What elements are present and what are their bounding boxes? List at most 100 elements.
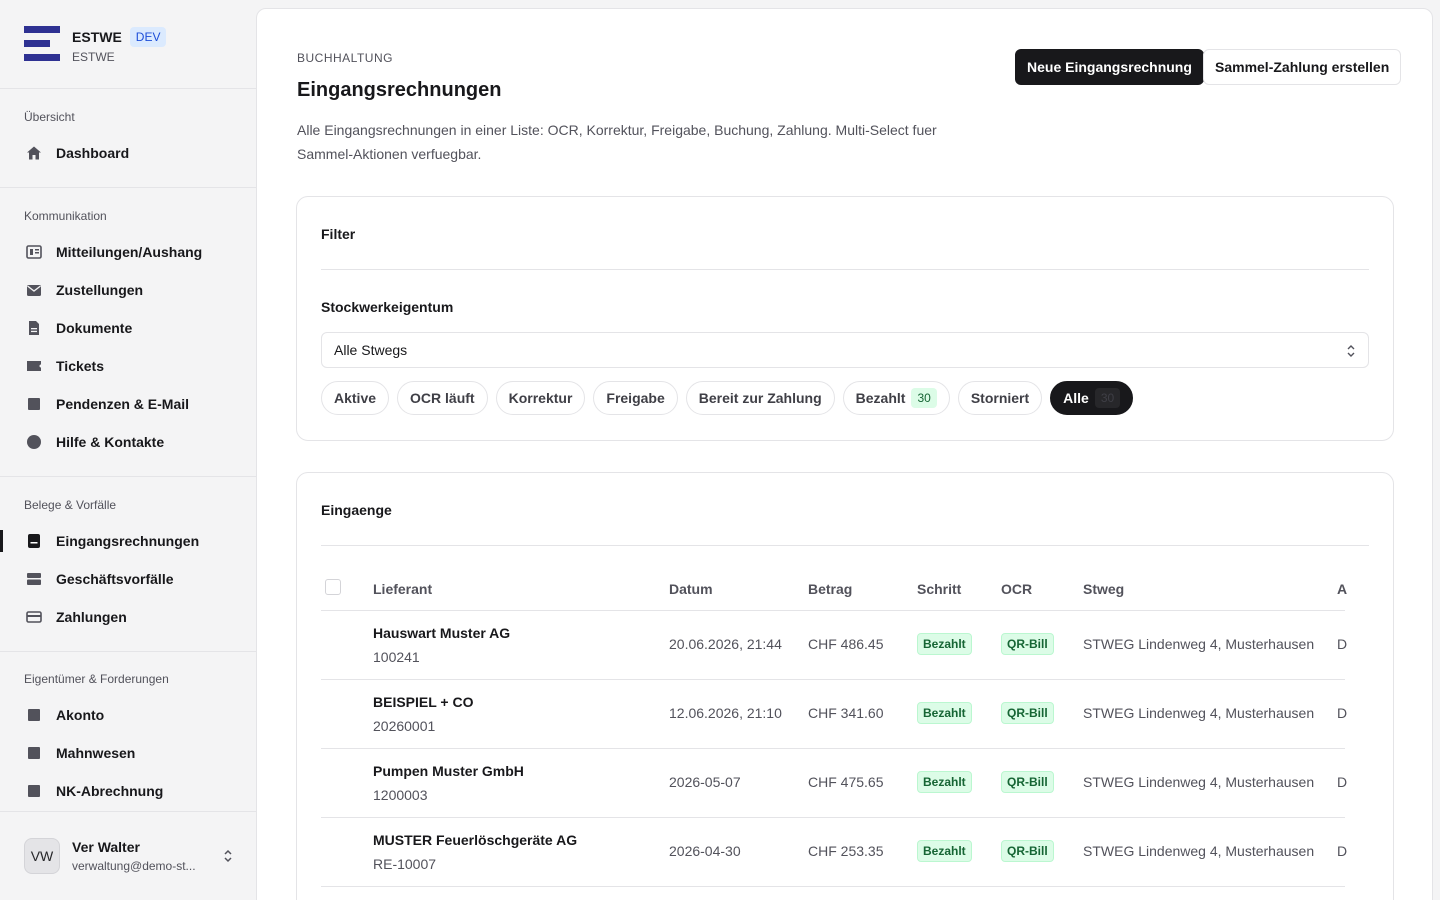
env-badge: DEV <box>129 27 167 47</box>
user-menu[interactable]: VW Ver Walter verwaltung@demo-st... <box>24 836 234 876</box>
column-header-lieferant[interactable]: Lieferant <box>373 581 432 597</box>
section-label-kommunikation: Kommunikation <box>24 209 107 223</box>
chip-alle[interactable]: Alle 30 <box>1050 381 1134 415</box>
status-badge: Bezahlt <box>917 702 972 724</box>
invoice-number: RE-10007 <box>373 856 437 872</box>
stweg-name: STWEG Lindenweg 4, Musterhausen <box>1083 774 1315 790</box>
breadcrumb: BUCHHALTUNG <box>297 51 393 65</box>
document-icon <box>26 320 42 336</box>
select-all-checkbox[interactable] <box>325 579 341 595</box>
truncated-cell: D <box>1337 705 1348 721</box>
square-icon <box>26 745 42 761</box>
chip-bereit-zur-zahlung[interactable]: Bereit zur Zahlung <box>685 381 835 415</box>
count-badge: 30 <box>911 388 937 408</box>
sidebar-item-dokumente[interactable]: Dokumente <box>0 311 256 345</box>
sidebar-item-zahlungen[interactable]: Zahlungen <box>0 600 256 634</box>
sidebar-item-pendenzen[interactable]: Pendenzen & E-Mail <box>0 387 256 421</box>
chip-aktive[interactable]: Aktive <box>321 381 390 415</box>
chip-bezahlt[interactable]: Bezahlt 30 <box>842 381 950 415</box>
chip-korrektur[interactable]: Korrektur <box>495 381 586 415</box>
invoices-table: Lieferant Datum Betrag Schritt OCR Stweg… <box>321 565 1348 887</box>
status-badge: Bezahlt <box>917 771 972 793</box>
table-row[interactable]: Pumpen Muster GmbH 1200003 2026-05-07 CH… <box>321 749 1348 818</box>
new-invoice-button[interactable]: Neue Eingangsrechnung <box>1015 49 1204 85</box>
column-header-ocr[interactable]: OCR <box>1001 581 1032 597</box>
ocr-badge: QR-Bill <box>1001 633 1054 655</box>
sidebar-item-akonto[interactable]: Akonto <box>0 698 256 732</box>
circle-icon <box>26 434 42 450</box>
invoice-date: 2026-04-30 <box>669 843 741 859</box>
invoice-amount: CHF 253.35 <box>808 843 884 859</box>
section-label-uebersicht: Übersicht <box>24 110 75 124</box>
column-header-betrag[interactable]: Betrag <box>808 581 852 597</box>
sidebar-item-geschaeftsvorfaelle[interactable]: Geschäftsvorfälle <box>0 562 256 596</box>
sidebar-item-mitteilungen[interactable]: Mitteilungen/Aushang <box>0 235 256 269</box>
chevron-up-down-icon <box>224 849 232 863</box>
status-badge: Bezahlt <box>917 840 972 862</box>
user-name: Ver Walter <box>72 839 140 855</box>
divider <box>321 269 1369 270</box>
brand[interactable]: ESTWE DEV ESTWE <box>24 26 167 66</box>
invoice-date: 2026-05-07 <box>669 774 741 790</box>
chevron-up-down-icon <box>1347 345 1355 357</box>
user-email: verwaltung@demo-st... <box>72 859 196 873</box>
column-header-schritt[interactable]: Schritt <box>917 581 961 597</box>
table-header: Lieferant Datum Betrag Schritt OCR Stweg… <box>321 565 1347 611</box>
invoice-amount: CHF 486.45 <box>808 636 884 652</box>
stweg-name: STWEG Lindenweg 4, Musterhausen <box>1083 843 1315 859</box>
sidebar-item-tickets[interactable]: Tickets <box>0 349 256 383</box>
table-row[interactable]: Hauswart Muster AG 100241 20.06.2026, 21… <box>321 611 1348 680</box>
receipt-icon <box>26 533 42 549</box>
bulk-payment-button[interactable]: Sammel-Zahlung erstellen <box>1203 49 1402 85</box>
ticket-icon <box>26 358 42 374</box>
filter-card: Filter Stockwerkeigentum Alle Stwegs Akt… <box>296 196 1394 441</box>
page-description: Alle Eingangsrechnungen in einer Liste: … <box>297 122 937 162</box>
supplier-name: Hauswart Muster AG <box>373 625 511 641</box>
table-row[interactable]: BEISPIEL + CO 20260001 12.06.2026, 21:10… <box>321 680 1348 749</box>
sidebar-item-hilfe[interactable]: Hilfe & Kontakte <box>0 425 256 459</box>
invoice-amount: CHF 475.65 <box>808 774 884 790</box>
sidebar-item-eingangsrechnungen[interactable]: Eingangsrechnungen <box>0 524 256 558</box>
column-header-truncated[interactable]: A <box>1337 581 1347 597</box>
stweg-name: STWEG Lindenweg 4, Musterhausen <box>1083 636 1315 652</box>
truncated-cell: D <box>1337 774 1348 790</box>
supplier-name: Pumpen Muster GmbH <box>373 763 524 779</box>
main-content: BUCHHALTUNG Eingangsrechnungen Alle Eing… <box>256 8 1433 900</box>
page-title: Eingangsrechnungen <box>297 79 502 101</box>
status-badge: Bezahlt <box>917 633 972 655</box>
home-icon <box>26 145 42 161</box>
column-header-stweg[interactable]: Stweg <box>1083 581 1124 597</box>
stwe-select[interactable]: Alle Stwegs <box>321 332 1369 368</box>
divider <box>321 545 1369 546</box>
card-icon <box>26 609 42 625</box>
invoice-amount: CHF 341.60 <box>808 705 884 721</box>
supplier-name: BEISPIEL + CO <box>373 694 474 710</box>
chip-ocr[interactable]: OCR läuft <box>397 381 488 415</box>
table-row[interactable]: MUSTER Feuerlöschgeräte AG RE-10007 2026… <box>321 818 1348 887</box>
column-header-datum[interactable]: Datum <box>669 581 713 597</box>
ocr-badge: QR-Bill <box>1001 771 1054 793</box>
divider <box>0 88 256 89</box>
section-label-belege: Belege & Vorfälle <box>24 498 117 512</box>
invoices-card: Eingaenge Lieferant Datum Betrag Schritt… <box>296 472 1394 900</box>
supplier-name: MUSTER Feuerlöschgeräte AG <box>373 832 578 848</box>
ocr-badge: QR-Bill <box>1001 840 1054 862</box>
sidebar-item-nk-abrechnung[interactable]: NK-Abrechnung <box>0 774 256 808</box>
chip-storniert[interactable]: Storniert <box>957 381 1043 415</box>
sidebar-item-zustellungen[interactable]: Zustellungen <box>0 273 256 307</box>
count-badge: 30 <box>1094 388 1121 408</box>
sidebar-item-mahnwesen[interactable]: Mahnwesen <box>0 736 256 770</box>
newspaper-icon <box>26 244 42 260</box>
divider <box>0 811 256 812</box>
square-icon <box>26 783 42 799</box>
ocr-badge: QR-Bill <box>1001 702 1054 724</box>
truncated-cell: D <box>1337 636 1348 652</box>
invoices-title: Eingaenge <box>321 502 392 518</box>
truncated-cell: D <box>1337 843 1348 859</box>
sidebar-item-dashboard[interactable]: Dashboard <box>0 136 256 170</box>
status-filter-chips: Aktive OCR läuft Korrektur Freigabe Bere… <box>321 381 1134 415</box>
chip-freigabe[interactable]: Freigabe <box>593 381 678 415</box>
avatar: VW <box>24 838 60 874</box>
brand-name: ESTWE <box>72 29 122 45</box>
brand-subtitle: ESTWE <box>72 50 115 64</box>
